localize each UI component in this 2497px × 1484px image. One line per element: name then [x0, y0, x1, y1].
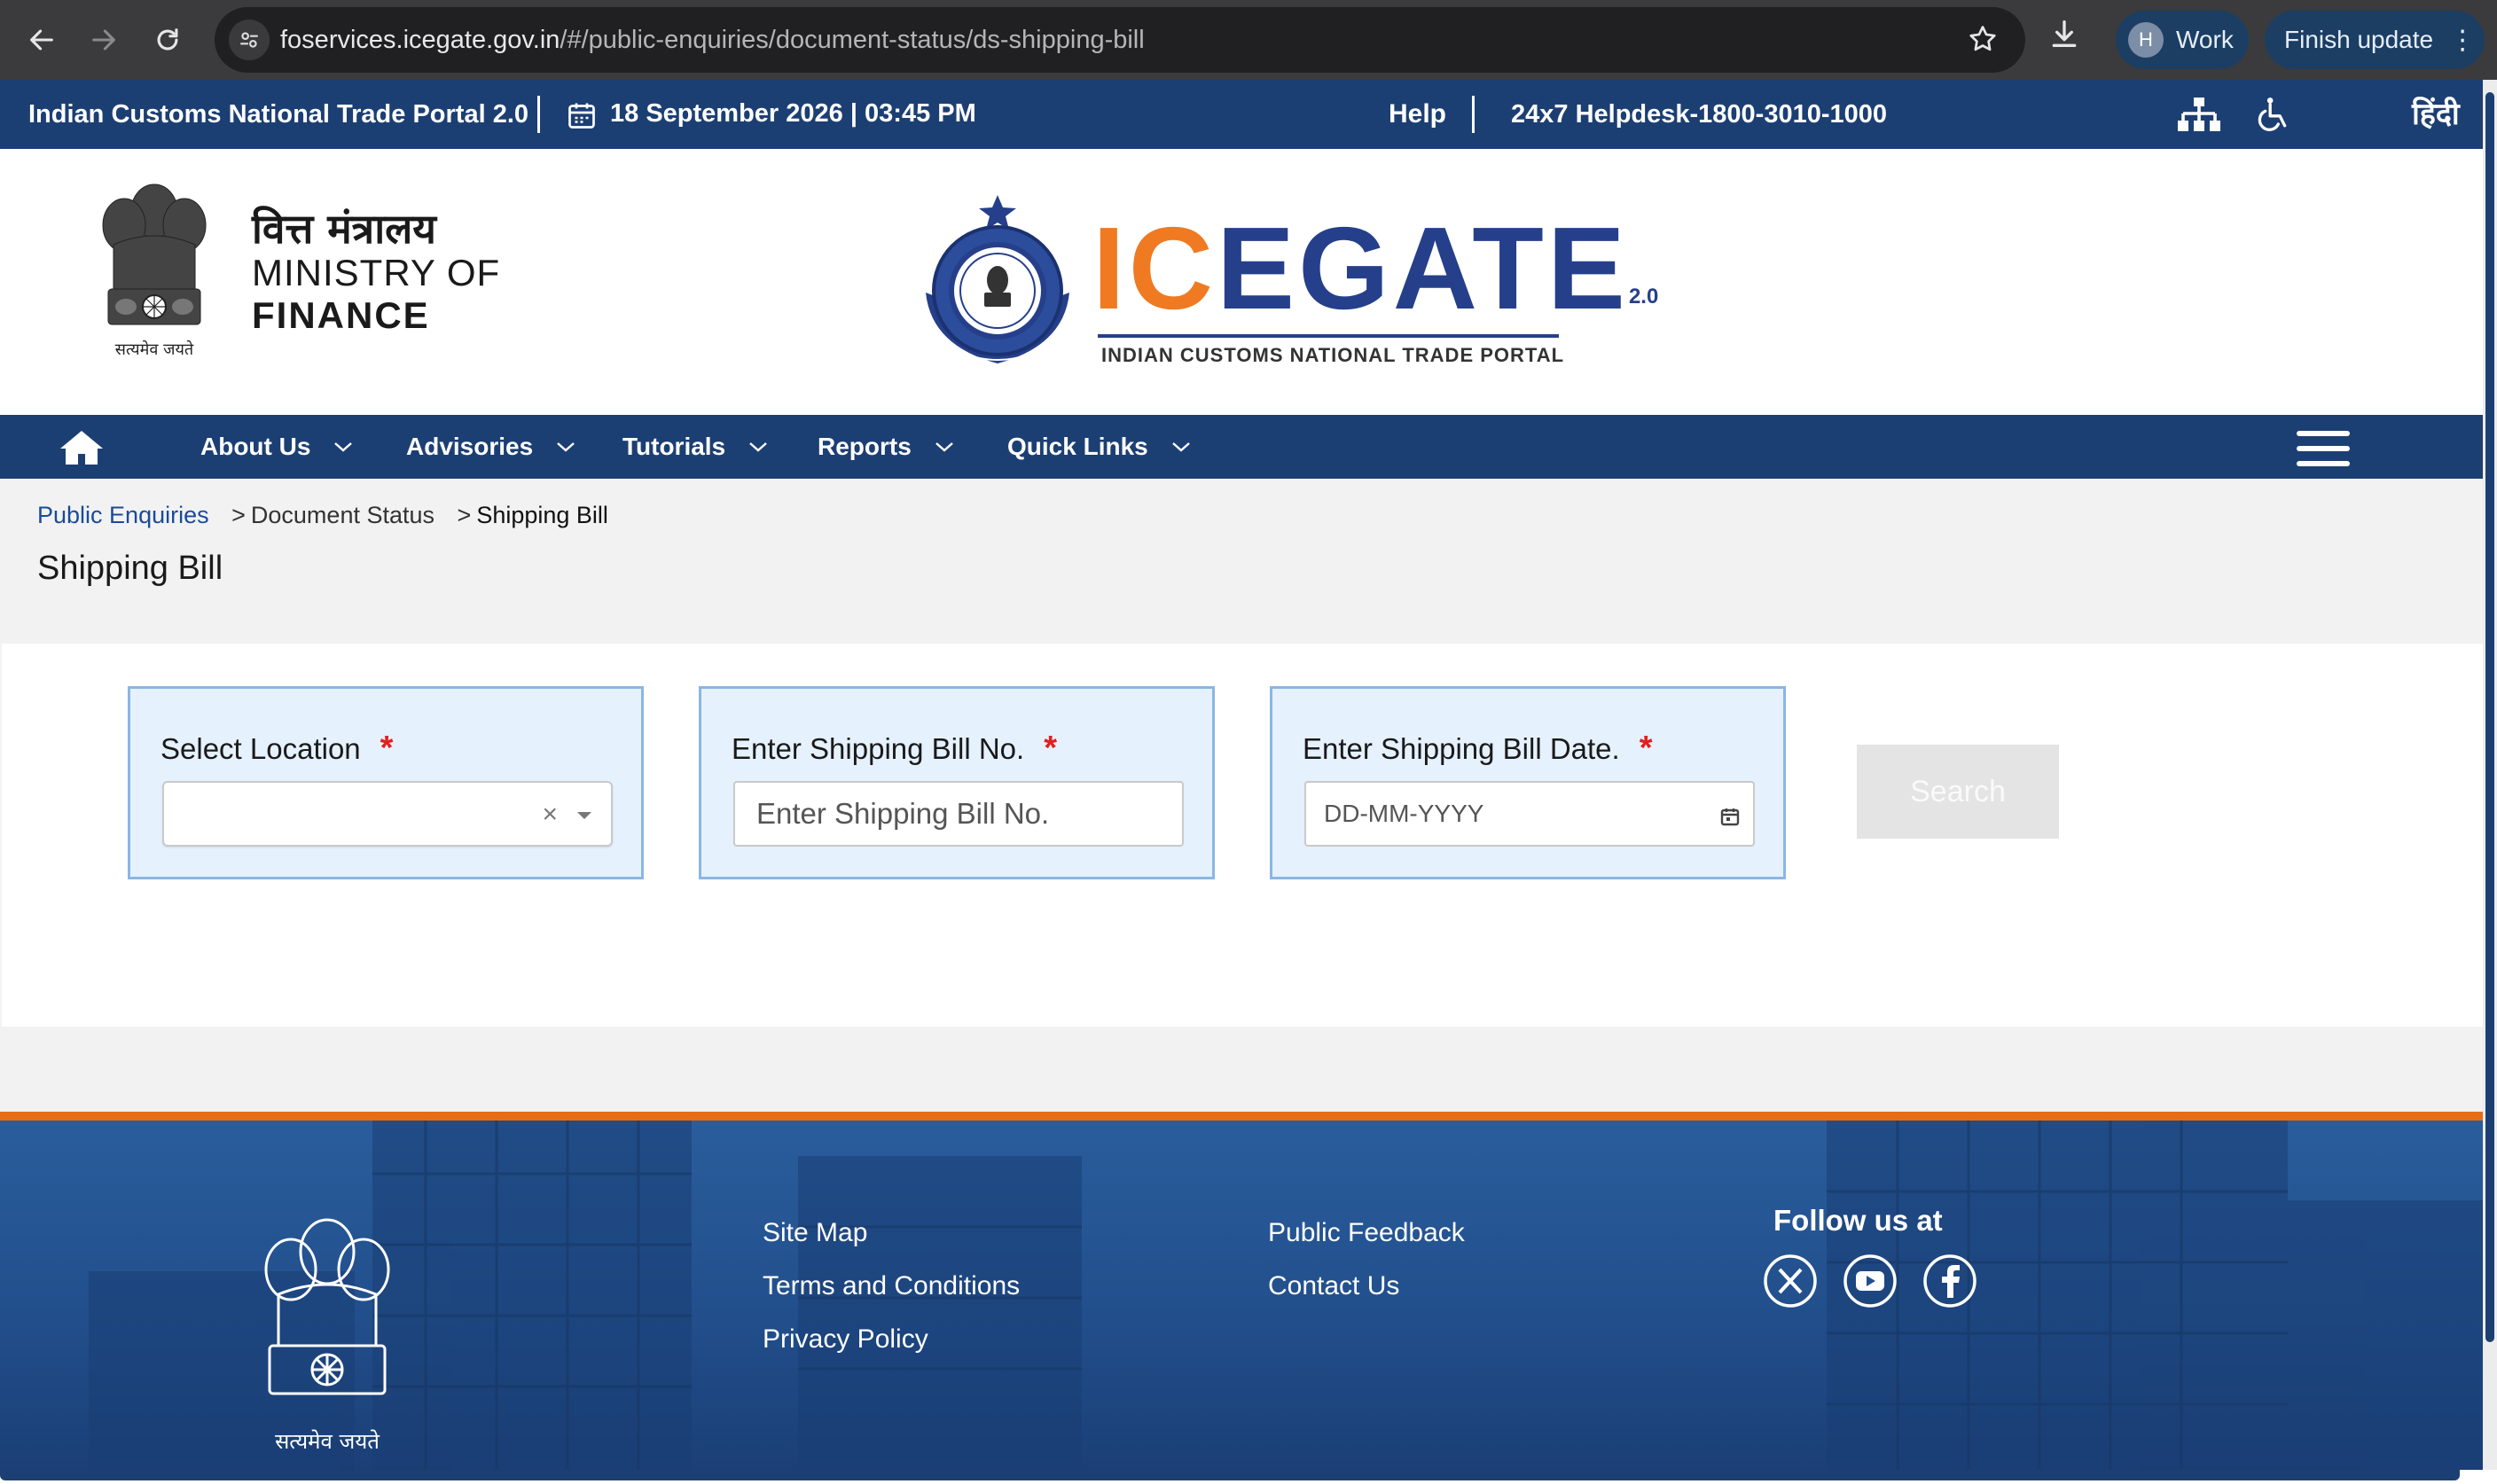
chevron-down-icon	[935, 441, 954, 453]
vertical-scrollbar[interactable]	[2483, 80, 2497, 1470]
wordmark-underline	[1098, 334, 1559, 338]
portal-name: Indian Customs National Trade Portal 2.0	[28, 100, 529, 129]
search-button[interactable]: Search	[1857, 745, 2059, 839]
footer-link-public-feedback[interactable]: Public Feedback	[1268, 1218, 1465, 1248]
ministry-line2: FINANCE	[252, 294, 430, 336]
clear-icon[interactable]: ×	[542, 783, 558, 847]
ministry-line1: MINISTRY OF	[252, 252, 501, 293]
horizontal-scrollbar[interactable]	[0, 1470, 2460, 1480]
site-footer: सत्यमेव जयते Site Map Terms and Conditio…	[0, 1121, 2483, 1470]
nav-item-quick-links[interactable]: Quick Links	[1007, 415, 1191, 479]
icegate-wordmark: ICEGATE2.0	[1092, 203, 1659, 333]
chevron-down-icon	[1171, 441, 1191, 453]
chevron-down-icon	[333, 441, 353, 453]
breadcrumb-public-enquiries[interactable]: Public Enquiries	[37, 502, 209, 528]
accessibility-icon[interactable]	[2252, 94, 2291, 139]
x-icon[interactable]	[1763, 1254, 1818, 1313]
reload-icon[interactable]	[144, 16, 192, 64]
svg-text:सत्यमेव जयते: सत्यमेव जयते	[275, 1429, 380, 1454]
calendar-icon	[566, 99, 598, 136]
chevron-down-icon	[748, 441, 768, 453]
breadcrumb-document-status: Document Status	[250, 502, 435, 528]
bookmark-star-icon[interactable]	[1967, 23, 1999, 59]
nav-item-about-us[interactable]: About Us	[200, 415, 353, 479]
dropdown-caret-icon[interactable]	[575, 809, 593, 825]
location-card: Select Location * ×	[128, 686, 644, 879]
divider	[537, 96, 540, 133]
address-bar[interactable]: foservices.icegate.gov.in/#/public-enqui…	[215, 7, 2025, 73]
location-select[interactable]: ×	[162, 781, 613, 847]
footer-emblem-logo: सत्यमेव जयते	[252, 1204, 403, 1465]
avatar: H	[2128, 22, 2164, 58]
top-info-bar: Indian Customs National Trade Portal 2.0…	[0, 80, 2483, 149]
site-header: सत्यमेव जयते वित्त मंत्रालय MINISTRY OF …	[0, 149, 2483, 415]
kebab-menu-icon[interactable]: ⋮	[2449, 25, 2476, 56]
shipping-bill-date-card: Enter Shipping Bill Date. *	[1270, 686, 1786, 879]
shipping-bill-no-input[interactable]	[735, 783, 1182, 845]
url-text: foservices.icegate.gov.in/#/public-enqui…	[280, 26, 1145, 54]
national-emblem-logo: सत्यमेव जयते	[92, 174, 216, 364]
icegate-tagline: INDIAN CUSTOMS NATIONAL TRADE PORTAL	[1101, 344, 1565, 366]
main-navigation: About Us Advisories Tutorials Reports Qu…	[0, 415, 2483, 479]
required-asterisk: *	[380, 730, 394, 767]
language-toggle[interactable]: हिंदी	[2412, 80, 2460, 149]
search-form-panel: Select Location * × Enter Shipping Bill N…	[2, 644, 2483, 1027]
ministry-of-finance-logo: वित्त मंत्रालय MINISTRY OF FINANCE	[252, 206, 500, 337]
sitemap-icon[interactable]	[2176, 96, 2222, 139]
hamburger-menu-icon[interactable]	[2295, 429, 2352, 473]
profile-label: Work	[2176, 26, 2234, 53]
shipping-bill-date-field	[1304, 781, 1755, 847]
browser-toolbar: foservices.icegate.gov.in/#/public-enqui…	[0, 0, 2497, 80]
update-label: Finish update	[2284, 26, 2434, 53]
divider	[1472, 96, 1475, 133]
shipping-bill-date-label: Enter Shipping Bill Date. *	[1303, 730, 1653, 767]
nav-item-reports[interactable]: Reports	[818, 415, 954, 479]
help-link[interactable]: Help	[1389, 80, 1446, 149]
youtube-icon[interactable]	[1843, 1254, 1898, 1313]
date-picker-icon[interactable]	[1719, 806, 1741, 832]
shipping-bill-date-input[interactable]	[1306, 783, 1753, 845]
home-icon[interactable]	[59, 427, 105, 471]
page-bottom-edge	[0, 1470, 2497, 1484]
required-asterisk: *	[1639, 730, 1653, 767]
breadcrumb-separator: >	[231, 502, 246, 528]
forward-icon[interactable]	[80, 16, 128, 64]
finish-update-button[interactable]: Finish update ⋮	[2265, 11, 2485, 69]
profile-button[interactable]: H Work	[2116, 11, 2249, 69]
helpdesk-number: 24x7 Helpdesk-1800-3010-1000	[1511, 100, 1888, 129]
breadcrumb-current: Shipping Bill	[476, 502, 608, 528]
download-icon[interactable]	[2047, 16, 2082, 56]
customs-seal-logo	[913, 195, 1082, 377]
shipping-bill-no-field	[733, 781, 1184, 847]
current-datetime: 18 September 2026 | 03:45 PM	[610, 99, 976, 128]
nav-item-tutorials[interactable]: Tutorials	[622, 415, 768, 479]
shipping-bill-no-card: Enter Shipping Bill No. *	[699, 686, 1215, 879]
site-info-icon[interactable]	[229, 20, 270, 60]
ministry-hindi-text: वित्त मंत्रालय	[252, 205, 436, 253]
nav-item-advisories[interactable]: Advisories	[406, 415, 575, 479]
page-title: Shipping Bill	[37, 550, 223, 587]
footer-link-contact-us[interactable]: Contact Us	[1268, 1271, 1399, 1301]
footer-link-site-map[interactable]: Site Map	[763, 1218, 867, 1248]
back-icon[interactable]	[18, 16, 66, 64]
svg-text:सत्यमेव जयते: सत्यमेव जयते	[115, 340, 194, 359]
breadcrumb-separator: >	[457, 502, 472, 528]
follow-us-label: Follow us at	[1773, 1204, 1943, 1237]
location-label: Select Location *	[160, 730, 394, 767]
facebook-icon[interactable]	[1922, 1254, 1977, 1313]
shipping-bill-no-label: Enter Shipping Bill No. *	[732, 730, 1057, 767]
breadcrumb: Public Enquiries > Document Status > Shipp…	[37, 502, 608, 529]
scrollbar-thumb[interactable]	[2485, 92, 2494, 1342]
footer-link-terms[interactable]: Terms and Conditions	[763, 1271, 1020, 1301]
chevron-down-icon	[556, 441, 575, 453]
footer-accent-stripe	[0, 1112, 2483, 1121]
required-asterisk: *	[1044, 730, 1057, 767]
footer-link-privacy[interactable]: Privacy Policy	[763, 1324, 928, 1355]
